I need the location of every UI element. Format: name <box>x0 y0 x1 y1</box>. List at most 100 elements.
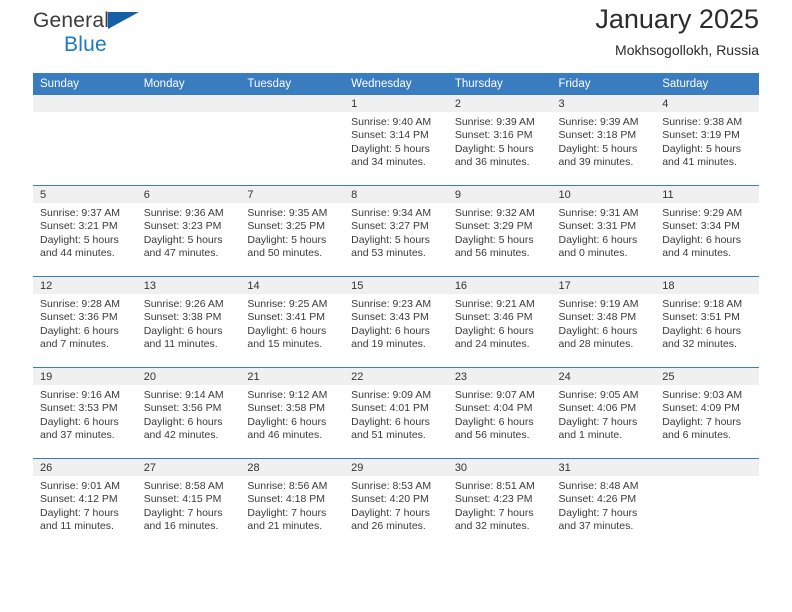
sunset-text: Sunset: 3:18 PM <box>558 129 637 142</box>
day-details: Sunrise: 9:26 AM Sunset: 3:38 PM Daylight:… <box>137 294 241 352</box>
day-cell[interactable]: 4 Sunrise: 9:38 AM Sunset: 3:19 PM Daylight… <box>655 95 759 186</box>
day-details: Sunrise: 9:29 AM Sunset: 3:34 PM Daylight:… <box>655 203 759 261</box>
day-cell[interactable]: 19 Sunrise: 9:16 AM Sunset: 3:53 PM Dayligh… <box>33 367 137 459</box>
day-details: Sunrise: 9:12 AM Sunset: 3:58 PM Daylight:… <box>240 385 344 443</box>
sunrise-text: Sunrise: 8:48 AM <box>558 480 639 492</box>
day-number: 27 <box>136 459 241 476</box>
day-number: 17 <box>551 277 656 294</box>
calendar-page: General Blue January 2025 Mokhsogollokh,… <box>0 0 792 612</box>
calendar-week-row: 1 Sunrise: 9:40 AM Sunset: 3:14 PM Daylight… <box>33 95 759 186</box>
daylight-text: and 34 minutes. <box>351 156 426 169</box>
daylight-text: and 46 minutes. <box>247 429 323 442</box>
sunrise-text: Sunrise: 9:19 AM <box>558 298 639 310</box>
day-cell[interactable]: 16 Sunrise: 9:21 AM Sunset: 3:46 PM Dayligh… <box>447 276 552 368</box>
day-details: Sunrise: 9:23 AM Sunset: 3:43 PM Daylight:… <box>344 294 448 352</box>
logo-text-blue: Blue <box>64 33 107 56</box>
day-cell[interactable]: 7 Sunrise: 9:35 AM Sunset: 3:25 PM Daylight… <box>240 185 345 277</box>
day-cell[interactable]: 25 Sunrise: 9:03 AM Sunset: 4:09 PM Dayligh… <box>655 367 759 459</box>
day-number: 4 <box>655 95 759 112</box>
day-cell[interactable]: 14 Sunrise: 9:25 AM Sunset: 3:41 PM Dayligh… <box>240 276 345 368</box>
day-cell[interactable]: 2 Sunrise: 9:39 AM Sunset: 3:16 PM Daylight… <box>447 95 552 186</box>
day-cell[interactable]: 9 Sunrise: 9:32 AM Sunset: 3:29 PM Daylight… <box>447 185 552 277</box>
day-cell[interactable]: 31 Sunrise: 8:48 AM Sunset: 4:26 PM Dayligh… <box>551 458 656 549</box>
day-cell[interactable]: 28 Sunrise: 8:56 AM Sunset: 4:18 PM Dayligh… <box>240 458 345 549</box>
sunset-text: Sunset: 4:09 PM <box>662 402 740 415</box>
day-details: Sunrise: 9:40 AM Sunset: 3:14 PM Daylight:… <box>344 112 448 170</box>
day-number <box>655 459 759 476</box>
daylight-text: and 50 minutes. <box>247 247 323 260</box>
sunset-text: Sunset: 3:36 PM <box>40 311 118 324</box>
day-cell[interactable]: 8 Sunrise: 9:34 AM Sunset: 3:27 PM Daylight… <box>344 185 448 277</box>
daylight-text: Daylight: 6 hours <box>143 324 223 337</box>
day-cell[interactable]: 10 Sunrise: 9:31 AM Sunset: 3:31 PM Dayligh… <box>551 185 656 277</box>
day-cell[interactable]: 23 Sunrise: 9:07 AM Sunset: 4:04 PM Dayligh… <box>447 367 552 459</box>
day-details: Sunrise: 9:38 AM Sunset: 3:19 PM Daylight:… <box>655 112 759 170</box>
daylight-text: and 37 minutes. <box>40 429 115 442</box>
daylight-text: Daylight: 7 hours <box>454 506 534 519</box>
daylight-text: Daylight: 6 hours <box>662 324 742 337</box>
day-number: 12 <box>33 277 137 294</box>
sunrise-text: Sunrise: 9:03 AM <box>662 389 743 401</box>
daylight-text: and 4 minutes. <box>662 247 732 260</box>
day-number: 1 <box>344 95 448 112</box>
day-details: Sunrise: 9:01 AM Sunset: 4:12 PM Daylight:… <box>33 476 137 534</box>
day-cell[interactable]: 1 Sunrise: 9:40 AM Sunset: 3:14 PM Daylight… <box>344 95 448 186</box>
day-details: Sunrise: 9:37 AM Sunset: 3:21 PM Daylight:… <box>33 203 137 261</box>
day-details: Sunrise: 9:18 AM Sunset: 3:51 PM Daylight:… <box>655 294 759 352</box>
day-details: Sunrise: 9:03 AM Sunset: 4:09 PM Daylight:… <box>655 385 759 443</box>
day-cell[interactable]: 26 Sunrise: 9:01 AM Sunset: 4:12 PM Dayligh… <box>33 458 137 549</box>
daylight-text: Daylight: 6 hours <box>558 324 638 337</box>
day-cell[interactable]: 6 Sunrise: 9:36 AM Sunset: 3:23 PM Daylight… <box>136 185 241 277</box>
day-cell[interactable]: 18 Sunrise: 9:18 AM Sunset: 3:51 PM Dayligh… <box>655 276 759 368</box>
day-cell[interactable]: 11 Sunrise: 9:29 AM Sunset: 3:34 PM Dayligh… <box>655 185 759 277</box>
sunset-text: Sunset: 3:21 PM <box>40 220 118 233</box>
day-cell[interactable]: 30 Sunrise: 8:51 AM Sunset: 4:23 PM Dayligh… <box>447 458 552 549</box>
day-details: Sunrise: 8:51 AM Sunset: 4:23 PM Daylight:… <box>448 476 552 534</box>
day-cell[interactable]: 12 Sunrise: 9:28 AM Sunset: 3:36 PM Dayligh… <box>33 276 137 368</box>
day-cell[interactable]: 29 Sunrise: 8:53 AM Sunset: 4:20 PM Dayligh… <box>344 458 448 549</box>
daylight-text: and 19 minutes. <box>351 338 426 351</box>
day-cell[interactable]: 3 Sunrise: 9:39 AM Sunset: 3:18 PM Daylight… <box>551 95 656 186</box>
weekday-header-sunday: Sunday <box>33 73 137 95</box>
daylight-text: Daylight: 5 hours <box>558 142 638 155</box>
daylight-text: Daylight: 6 hours <box>454 415 534 428</box>
calendar-header-row: Sunday Monday Tuesday Wednesday Thursday Frid… <box>33 73 759 95</box>
day-number: 5 <box>33 186 137 203</box>
daylight-text: and 0 minutes. <box>558 247 628 260</box>
sunset-text: Sunset: 3:56 PM <box>143 402 222 415</box>
day-number: 7 <box>240 186 345 203</box>
sunset-text: Sunset: 3:29 PM <box>454 220 533 233</box>
day-cell[interactable]: 20 Sunrise: 9:14 AM Sunset: 3:56 PM Dayligh… <box>136 367 241 459</box>
daylight-text: and 1 minute. <box>558 429 623 442</box>
daylight-text: Daylight: 6 hours <box>40 324 119 337</box>
general-blue-logo[interactable]: General Blue <box>33 10 213 66</box>
sunset-text: Sunset: 3:14 PM <box>351 129 429 142</box>
day-cell[interactable]: 13 Sunrise: 9:26 AM Sunset: 3:38 PM Dayligh… <box>136 276 241 368</box>
calendar-week-row: 12 Sunrise: 9:28 AM Sunset: 3:36 PM Dayligh… <box>33 276 759 368</box>
daylight-text: Daylight: 6 hours <box>143 415 223 428</box>
sunset-text: Sunset: 3:43 PM <box>351 311 429 324</box>
sunrise-text: Sunrise: 9:01 AM <box>40 480 120 492</box>
sunset-text: Sunset: 4:18 PM <box>247 493 326 506</box>
day-cell[interactable]: 27 Sunrise: 8:58 AM Sunset: 4:15 PM Dayligh… <box>136 458 241 549</box>
day-cell[interactable]: 5 Sunrise: 9:37 AM Sunset: 3:21 PM Daylight… <box>33 185 137 277</box>
day-details: Sunrise: 9:14 AM Sunset: 3:56 PM Daylight:… <box>137 385 241 443</box>
day-cell[interactable]: 17 Sunrise: 9:19 AM Sunset: 3:48 PM Dayligh… <box>551 276 656 368</box>
day-cell[interactable]: 22 Sunrise: 9:09 AM Sunset: 4:01 PM Dayligh… <box>344 367 448 459</box>
day-cell[interactable]: 24 Sunrise: 9:05 AM Sunset: 4:06 PM Dayligh… <box>551 367 656 459</box>
daylight-text: Daylight: 6 hours <box>351 415 430 428</box>
day-details <box>33 112 137 116</box>
day-cell-empty <box>136 95 241 186</box>
sunset-text: Sunset: 3:48 PM <box>558 311 637 324</box>
day-cell[interactable]: 21 Sunrise: 9:12 AM Sunset: 3:58 PM Dayligh… <box>240 367 345 459</box>
daylight-text: Daylight: 7 hours <box>40 506 119 519</box>
day-cell[interactable]: 15 Sunrise: 9:23 AM Sunset: 3:43 PM Dayligh… <box>344 276 448 368</box>
sunrise-text: Sunrise: 8:58 AM <box>143 480 224 492</box>
day-number: 21 <box>240 368 345 385</box>
sunrise-text: Sunrise: 8:51 AM <box>454 480 535 492</box>
sunrise-text: Sunrise: 9:14 AM <box>143 389 224 401</box>
sunrise-text: Sunrise: 9:05 AM <box>558 389 639 401</box>
page-title: January 2025 <box>595 4 759 34</box>
sunset-text: Sunset: 3:41 PM <box>247 311 326 324</box>
title-block: January 2025 Mokhsogollokh, Russia <box>595 0 759 58</box>
